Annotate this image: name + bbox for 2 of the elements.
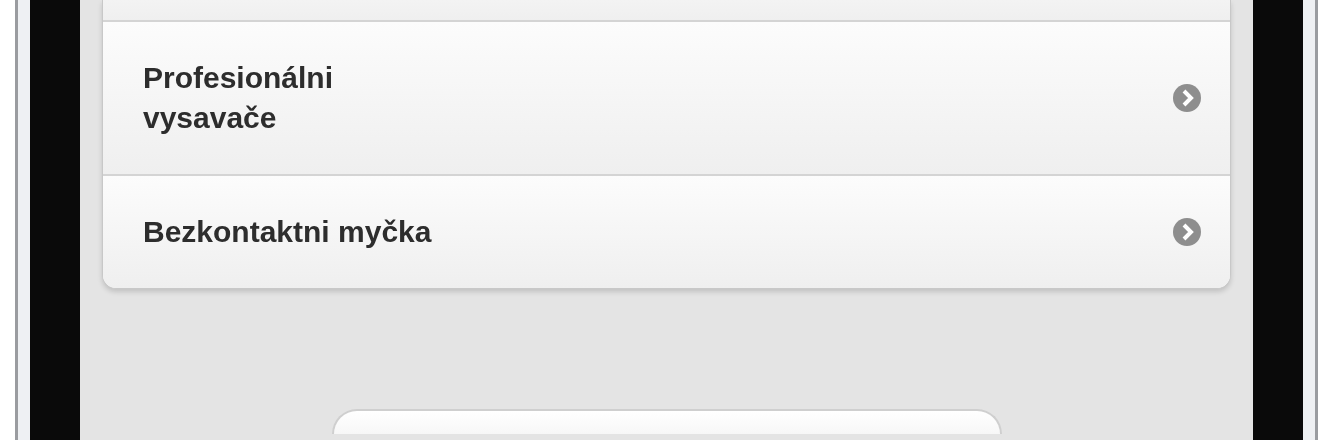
chevron-icon <box>1172 83 1202 113</box>
chevron-icon <box>1172 217 1202 247</box>
